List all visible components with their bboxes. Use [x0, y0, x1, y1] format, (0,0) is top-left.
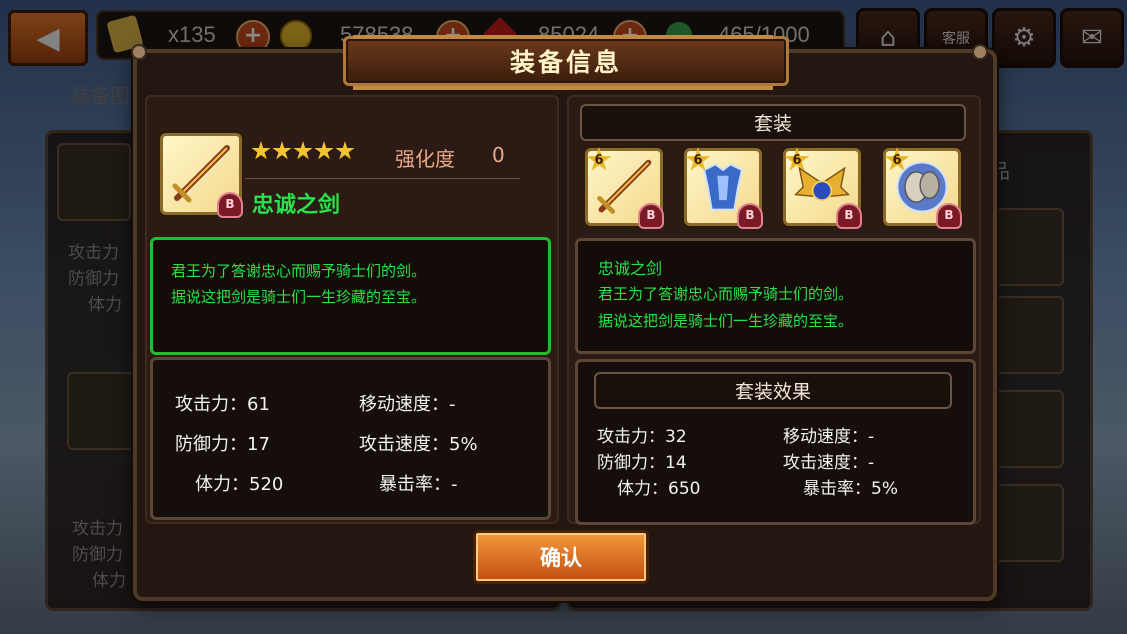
confirm-button[interactable]: 确认 — [473, 530, 649, 584]
stat-defense: 防御力：17 — [175, 434, 270, 455]
set-piece-emblem[interactable]: 6 B — [783, 147, 862, 229]
set-effect-title: 套装效果 — [594, 372, 952, 409]
star-rating — [251, 141, 355, 161]
set-stat-hp: 体力：650 — [617, 479, 701, 499]
item-description-box: 君王为了答谢忠心而赐予骑士们的剑。 据说这把剑是骑士们一生珍藏的至宝。 — [150, 237, 551, 355]
description-line: 据说这把剑是骑士们一生珍藏的至宝。 — [598, 312, 854, 330]
set-piece-sword[interactable]: 6 B — [585, 147, 664, 229]
description-line: 据说这把剑是骑士们一生珍藏的至宝。 — [171, 288, 427, 306]
item-icon[interactable]: B — [160, 133, 243, 218]
star-icon — [272, 141, 292, 160]
star-icon — [335, 141, 355, 160]
rivet-icon — [131, 44, 147, 60]
stat-hp: 体力：520 — [195, 474, 284, 495]
stat-move-speed: 移动速度：- — [359, 394, 456, 415]
set-header-text: 套装 — [753, 113, 792, 135]
description-line: 君王为了答谢忠心而赐予骑士们的剑。 — [598, 285, 854, 303]
set-stat-move-speed: 移动速度：- — [783, 427, 875, 447]
item-name: 忠诚之剑 — [252, 193, 341, 218]
grade-badge: B — [836, 203, 862, 229]
grade-badge: B — [217, 192, 243, 218]
grade-badge: B — [638, 203, 664, 229]
set-stat-attack-speed: 攻击速度：- — [783, 453, 875, 473]
set-description-box: 忠诚之剑 君王为了答谢忠心而赐予骑士们的剑。 据说这把剑是骑士们一生珍藏的至宝。 — [575, 238, 976, 354]
item-stats-box: 攻击力：61 防御力：17 体力：520 移动速度：- 攻击速度：5% 暴击率：… — [150, 357, 551, 520]
star-icon — [251, 141, 271, 160]
divider — [245, 178, 520, 179]
set-header: 套装 — [580, 104, 966, 141]
set-piece-armor[interactable]: 6 B — [684, 147, 763, 229]
stat-crit-rate: 暴击率：- — [379, 474, 458, 495]
set-stat-defense: 防御力：14 — [597, 453, 687, 473]
star-icon — [293, 141, 313, 160]
star-icon — [314, 141, 334, 160]
modal-title-text: 装备信息 — [509, 48, 622, 77]
confirm-button-label: 确认 — [540, 546, 582, 570]
grade-badge: B — [936, 203, 962, 229]
enhance-label: 强化度 — [395, 147, 455, 171]
set-stat-attack: 攻击力：32 — [597, 427, 687, 447]
grade-badge: B — [737, 203, 763, 229]
rivet-icon — [972, 44, 988, 60]
set-effect-title-text: 套装效果 — [734, 381, 811, 403]
stat-attack: 攻击力：61 — [175, 394, 270, 415]
set-piece-mask[interactable]: 6 B — [883, 147, 962, 229]
set-stat-crit-rate: 暴击率：5% — [803, 479, 898, 499]
description-line: 君王为了答谢忠心而赐予骑士们的剑。 — [171, 262, 427, 280]
stat-attack-speed: 攻击速度：5% — [359, 434, 478, 455]
modal-title: 装备信息 — [343, 35, 789, 90]
enhance-value: 0 — [492, 143, 505, 167]
set-item-name: 忠诚之剑 — [598, 259, 663, 278]
